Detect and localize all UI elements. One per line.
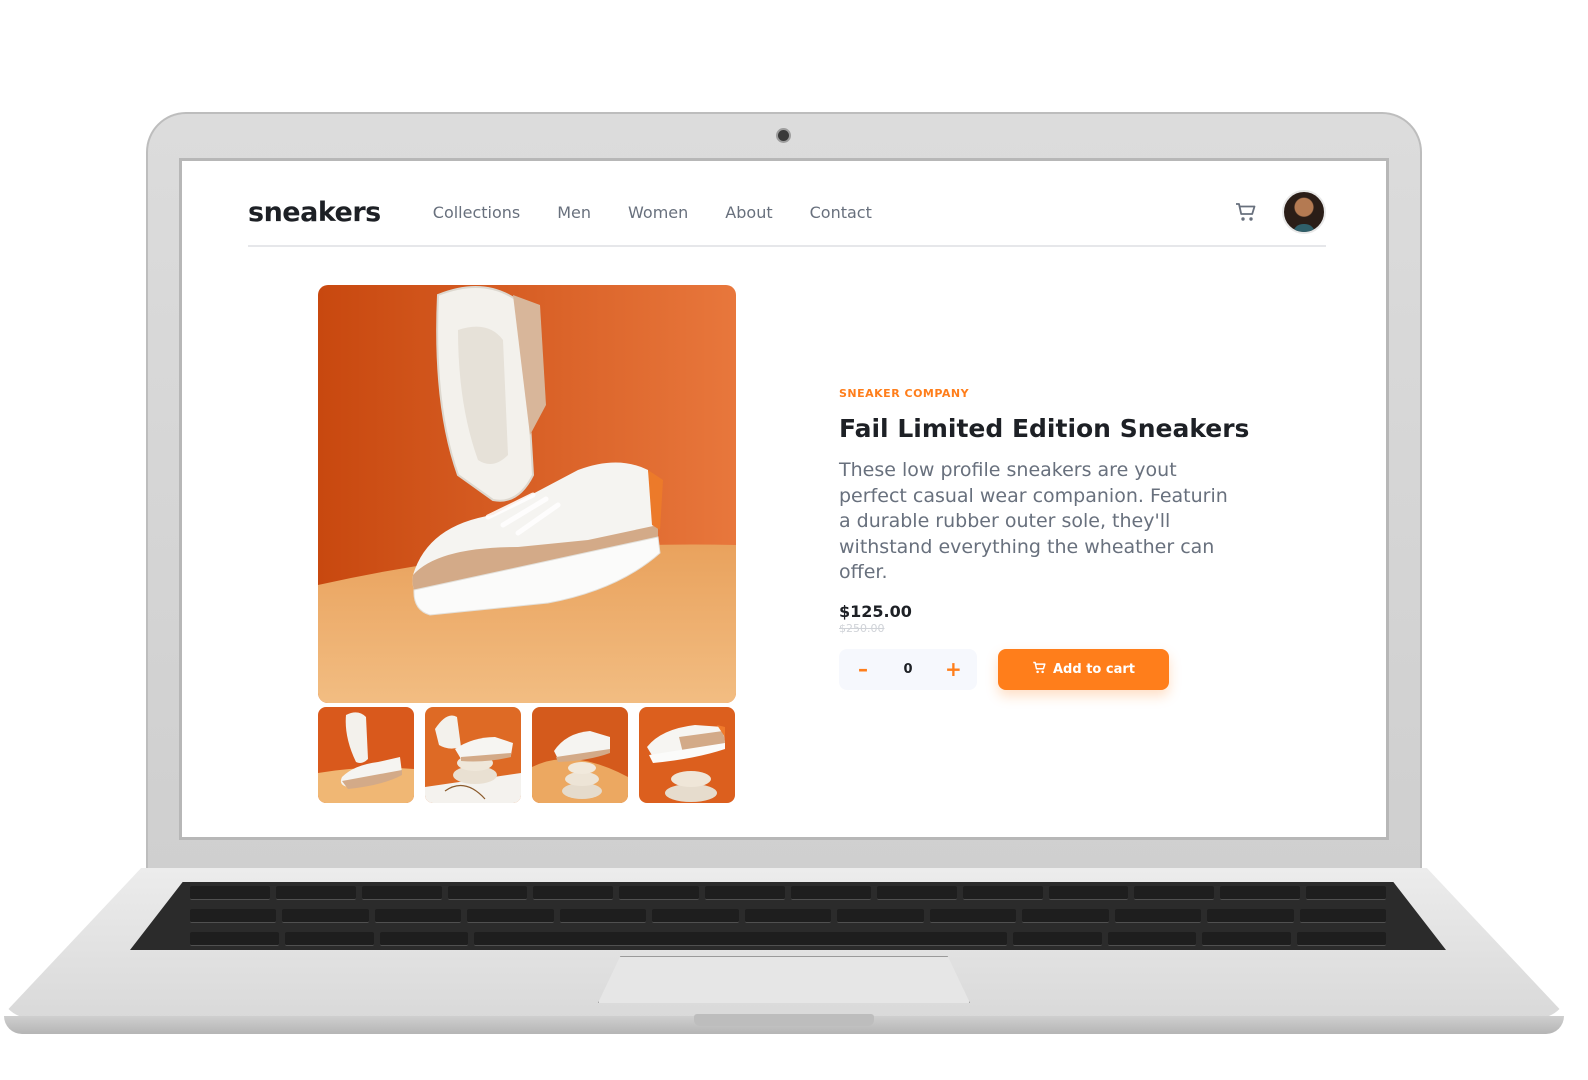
product-description: These low profile sneakers are yout perf… (839, 459, 1228, 583)
laptop-keyboard (130, 882, 1446, 950)
nav-actions (1234, 190, 1326, 234)
quantity-stepper: – 0 + (839, 648, 977, 690)
keyboard-row (190, 886, 1387, 900)
product-title: Fail Limited Edition Sneakers (839, 414, 1250, 443)
nav-item-men[interactable]: Men (557, 203, 591, 222)
thumbnail-4[interactable] (639, 707, 735, 803)
add-to-cart-button[interactable]: Add to cart (998, 648, 1169, 690)
nav-item-women[interactable]: Women (628, 203, 688, 222)
laptop-lid-notch (694, 1014, 874, 1026)
thumbnail-3[interactable] (532, 707, 628, 803)
company-label: SNEAKER COMPANY (839, 387, 970, 400)
laptop-trackpad (598, 956, 970, 1003)
increment-button[interactable]: + (945, 657, 962, 681)
original-price: $250.00 (839, 621, 885, 635)
user-avatar[interactable] (1282, 190, 1326, 234)
nav-item-about[interactable]: About (725, 203, 772, 222)
decrement-button[interactable]: – (855, 657, 871, 681)
nav-item-collections[interactable]: Collections (433, 203, 520, 222)
cart-icon[interactable] (1234, 200, 1258, 224)
product-gallery (318, 285, 736, 803)
webcam (778, 130, 789, 141)
nav-item-contact[interactable]: Contact (810, 203, 872, 222)
top-navigation: sneakers Collections Men Women About Con… (248, 179, 1326, 247)
thumbnail-2[interactable] (425, 707, 521, 803)
main-product-image[interactable] (318, 285, 736, 703)
cart-icon (1032, 660, 1047, 679)
brand-logo[interactable]: sneakers (248, 197, 381, 228)
current-price: $125.00 (839, 601, 912, 621)
thumbnail-strip (318, 707, 736, 803)
keyboard-row (190, 909, 1387, 923)
keyboard-row (190, 932, 1386, 946)
nav-menu: Collections Men Women About Contact (433, 203, 872, 222)
product-info: SNEAKER COMPANY Fail Limited Edition Sne… (839, 387, 1259, 690)
quantity-value: 0 (903, 661, 913, 677)
laptop-screen: sneakers Collections Men Women About Con… (179, 158, 1389, 840)
purchase-actions: – 0 + Add to cart (839, 648, 1259, 690)
thumbnail-1[interactable] (318, 707, 414, 803)
add-to-cart-label: Add to cart (1053, 661, 1135, 677)
